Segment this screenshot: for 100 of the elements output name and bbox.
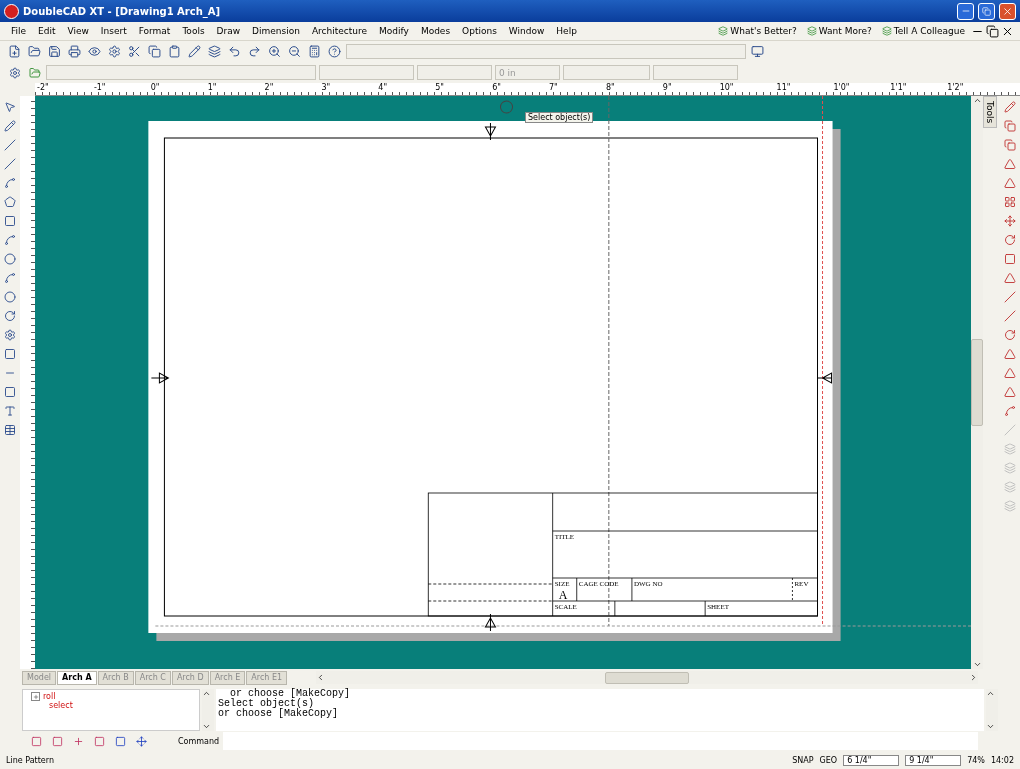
copy-button[interactable] — [146, 43, 163, 60]
ruler-label: 1'2" — [946, 83, 965, 94]
tooltip: Select object(s) — [525, 112, 594, 123]
gear-button[interactable] — [106, 43, 123, 60]
triangle-icon — [1004, 157, 1016, 170]
stack-icon — [718, 26, 729, 36]
polyline-icon — [4, 176, 16, 189]
history-line: Select object(s) — [218, 699, 314, 709]
scroll-down-icon — [986, 722, 995, 731]
promo-link[interactable]: Tell A Colleague — [877, 26, 969, 36]
gear-icon — [4, 328, 16, 341]
geo-indicator[interactable]: GEO — [819, 755, 838, 765]
layers-icon — [208, 45, 221, 58]
zoom-in-icon — [268, 45, 281, 58]
ellipse-icon — [4, 290, 16, 303]
pencil-icon — [4, 119, 16, 132]
ruler-label: 4" — [377, 83, 389, 94]
menu-item[interactable]: Tools — [177, 26, 210, 36]
copy-icon — [148, 45, 161, 58]
scroll-thumb[interactable] — [971, 339, 983, 426]
preview-icon — [88, 45, 101, 58]
calculator-icon — [308, 45, 321, 58]
block-icon — [4, 347, 16, 360]
pencil-icon — [188, 45, 201, 58]
save-button[interactable] — [46, 43, 63, 60]
stack-icon — [881, 26, 892, 36]
save-icon — [48, 45, 61, 58]
ruler-label: 8" — [604, 83, 616, 94]
menu-item[interactable]: Window — [503, 26, 550, 36]
copy-tool[interactable] — [1001, 117, 1019, 134]
menu-item[interactable]: Dimension — [247, 26, 305, 36]
move-icon — [136, 735, 147, 747]
text-icon — [4, 404, 16, 417]
menu-item[interactable]: Architecture — [306, 26, 373, 36]
ruler-label: 1'1" — [889, 83, 908, 94]
menu-item[interactable]: Edit — [33, 26, 61, 36]
history-line: or choose [MakeCopy] — [230, 689, 352, 699]
zoom-out-button[interactable] — [286, 43, 303, 60]
polygon-tool[interactable] — [1, 193, 19, 210]
ellipse-tool[interactable] — [1, 288, 19, 305]
menu-item[interactable]: Format — [133, 26, 176, 36]
ruler-label: 3" — [320, 83, 332, 94]
pencil-icon — [1004, 100, 1016, 113]
ruler-label: 1" — [206, 83, 218, 94]
x-coordinate-field: 6 1/4" — [843, 754, 900, 766]
window-title: DoubleCAD XT - [Drawing1 Arch_A] — [23, 5, 221, 17]
menu-item[interactable]: Draw — [211, 26, 246, 36]
menu-item[interactable]: Options — [457, 26, 502, 36]
tools-tab[interactable]: Tools — [983, 96, 997, 129]
pencil-tool[interactable] — [1, 117, 19, 134]
table-icon — [4, 423, 16, 436]
folder-icon — [28, 66, 41, 79]
move-icon — [1004, 214, 1016, 227]
color-dropdown[interactable] — [319, 65, 414, 80]
promo-link[interactable]: Want More? — [802, 26, 876, 36]
circle-tool[interactable] — [1, 250, 19, 267]
help-button[interactable] — [326, 43, 343, 60]
menu-item[interactable]: Modify — [374, 26, 414, 36]
pencil-tool[interactable] — [1001, 98, 1019, 115]
new-file-icon — [8, 45, 21, 58]
tree-item[interactable]: select — [31, 701, 191, 710]
zoom-out-icon — [288, 45, 301, 58]
zoom-in-button[interactable] — [266, 43, 283, 60]
clock-time: 14:02 — [990, 755, 1014, 765]
layers-button[interactable] — [206, 43, 223, 60]
clipboard-icon — [168, 45, 181, 58]
array-icon — [1004, 195, 1016, 208]
scroll-right-icon — [969, 673, 978, 682]
square-icon — [52, 735, 63, 747]
snap-indicator[interactable]: SNAP — [792, 755, 814, 765]
menu-item[interactable]: Modes — [415, 26, 456, 36]
restore-icon[interactable] — [986, 24, 999, 38]
center-mark-icon — [150, 372, 169, 384]
sheet-tab[interactable]: Arch A — [57, 670, 97, 685]
circle-icon — [4, 252, 16, 265]
menu-item[interactable]: Insert — [95, 26, 132, 36]
shape-icon — [1004, 176, 1016, 189]
square-icon — [31, 735, 42, 747]
minimize-button[interactable] — [957, 2, 974, 20]
ruler-label: 5" — [434, 83, 445, 94]
scroll-thumb[interactable] — [605, 671, 689, 684]
menu-item[interactable]: Help — [551, 26, 582, 36]
plus-icon — [73, 735, 84, 747]
print-icon — [68, 45, 81, 58]
restore-icon — [982, 6, 991, 16]
menu-item[interactable]: File — [6, 26, 32, 36]
square-icon — [115, 735, 126, 747]
scroll-down-icon — [202, 722, 211, 731]
square-icon — [94, 735, 105, 747]
menu-item[interactable]: View — [62, 26, 94, 36]
pencil-button[interactable] — [186, 43, 203, 60]
ruler-label: 1'0" — [832, 83, 851, 94]
expander-icon[interactable] — [31, 692, 40, 701]
tree-item[interactable]: roll — [31, 692, 191, 701]
monitor-button[interactable] — [749, 43, 766, 60]
close-button[interactable] — [999, 2, 1016, 20]
restore-button[interactable] — [978, 2, 995, 20]
promo-link[interactable]: What's Better? — [714, 26, 801, 36]
cursor-circle-icon — [500, 100, 514, 114]
print-button[interactable] — [66, 43, 83, 60]
